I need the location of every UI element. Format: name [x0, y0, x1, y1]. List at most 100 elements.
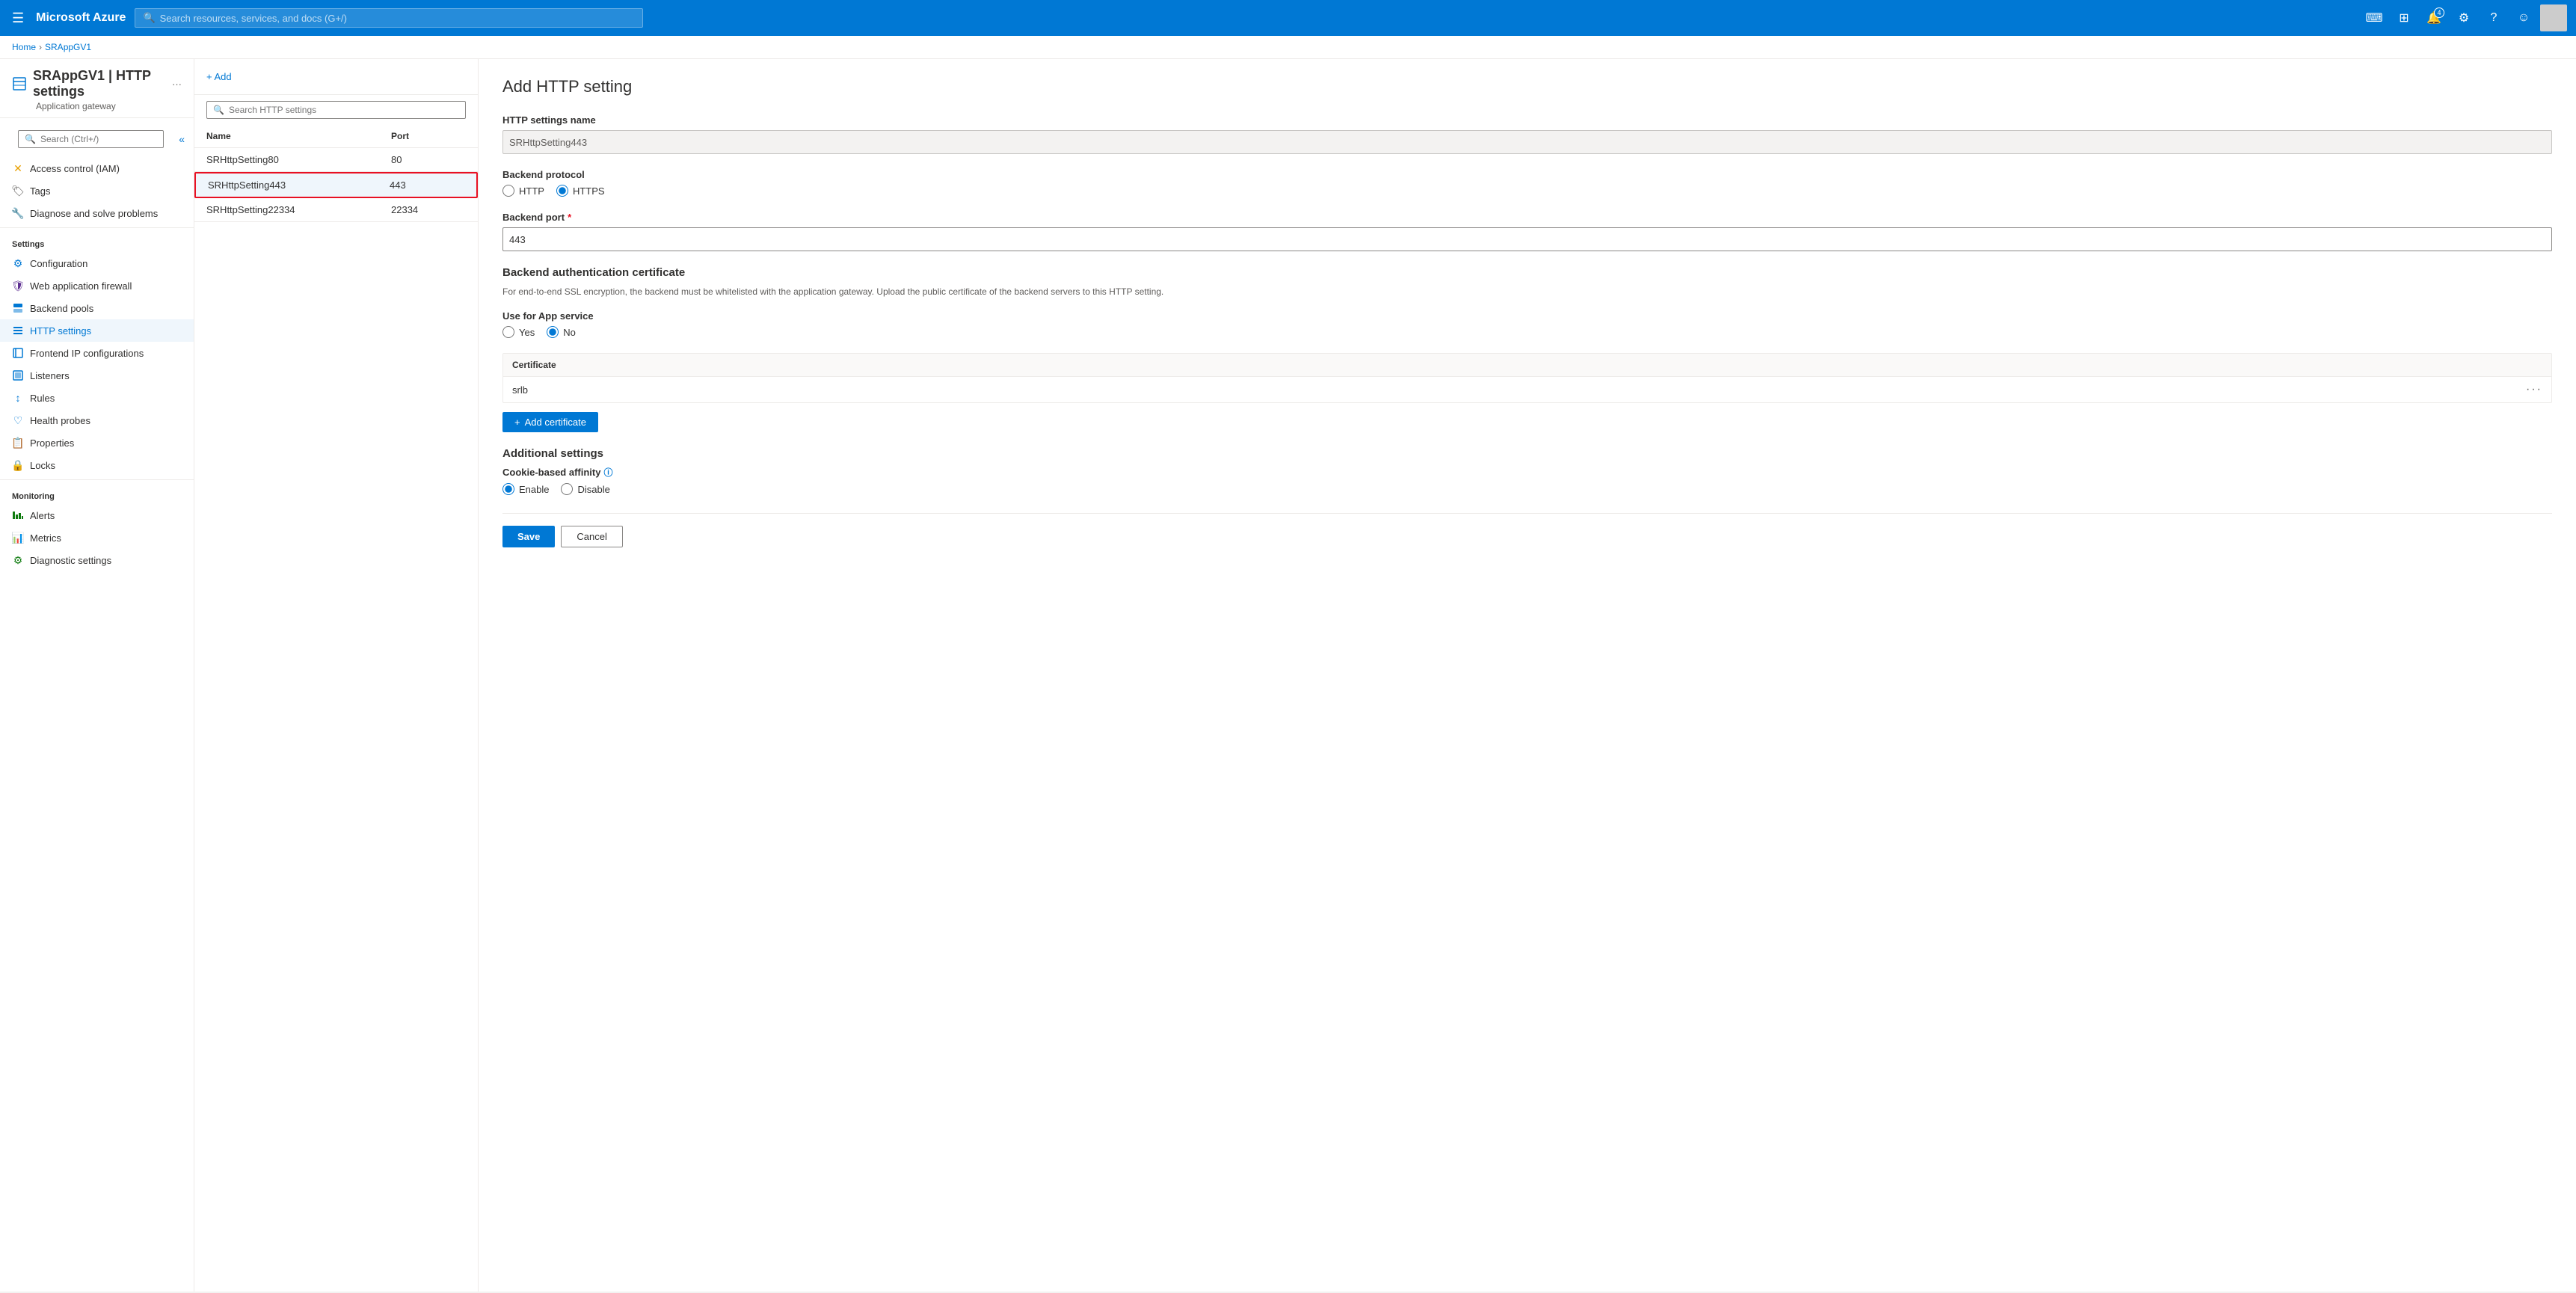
diagnostic-settings-icon: ⚙: [12, 554, 24, 566]
sidebar-title-row: SRAppGV1 | HTTP settings ···: [12, 68, 182, 99]
add-http-setting-panel: Add HTTP setting HTTP settings name Back…: [479, 59, 2576, 1292]
search-input[interactable]: [160, 13, 636, 24]
sidebar-item-rules[interactable]: ↕ Rules: [0, 387, 194, 409]
feedback-icon[interactable]: ☺: [2510, 4, 2537, 31]
sidebar-search-box[interactable]: 🔍: [18, 130, 164, 148]
waf-icon: 🛡: [12, 280, 24, 292]
protocol-https-label: HTTPS: [573, 185, 605, 197]
row-port: 80: [391, 154, 451, 165]
sidebar-item-label: Frontend IP configurations: [30, 348, 144, 359]
sidebar-item-access-control[interactable]: ✕ Access control (IAM): [0, 157, 194, 179]
backend-protocol-radio-group: HTTP HTTPS: [502, 185, 2552, 197]
backend-auth-cert-section: Backend authentication certificate For e…: [502, 266, 2552, 432]
top-navigation: ☰ Microsoft Azure 🔍 ⌨ ⊞ 🔔 4 ⚙ ? ☺: [0, 0, 2576, 36]
cloud-shell-icon[interactable]: ⌨: [2361, 4, 2388, 31]
breadcrumb-home[interactable]: Home: [12, 42, 36, 52]
app-service-yes-radio[interactable]: [502, 326, 514, 338]
global-search-box[interactable]: 🔍: [135, 8, 643, 28]
certificate-more-button[interactable]: ···: [2526, 383, 2542, 396]
sidebar-collapse-button[interactable]: «: [176, 132, 188, 147]
affinity-enable-option[interactable]: Enable: [502, 483, 549, 495]
protocol-https-radio[interactable]: [556, 185, 568, 197]
alerts-icon: [12, 509, 24, 521]
sidebar-item-label: Configuration: [30, 258, 87, 269]
sidebar: SRAppGV1 | HTTP settings ··· Application…: [0, 59, 194, 1292]
sidebar-item-properties[interactable]: 📋 Properties: [0, 431, 194, 454]
sidebar-item-frontend-ip[interactable]: Frontend IP configurations: [0, 342, 194, 364]
sidebar-item-label: Properties: [30, 437, 74, 449]
nav-divider-1: [0, 227, 194, 228]
add-http-setting-button[interactable]: + Add: [206, 68, 232, 85]
required-indicator: *: [568, 212, 571, 223]
sidebar-item-label: Web application firewall: [30, 280, 132, 292]
sidebar-item-health-probes[interactable]: ♡ Health probes: [0, 409, 194, 431]
sidebar-item-alerts[interactable]: Alerts: [0, 504, 194, 526]
notification-badge: 4: [2434, 7, 2444, 18]
sidebar-item-tags[interactable]: 🏷 Tags: [0, 179, 194, 202]
certificate-name: srlb: [512, 384, 528, 396]
add-certificate-button[interactable]: + Add certificate: [502, 412, 598, 432]
help-icon[interactable]: ?: [2480, 4, 2507, 31]
sidebar-item-label: Listeners: [30, 370, 70, 381]
backend-port-group: Backend port *: [502, 212, 2552, 251]
list-toolbar: + Add: [194, 59, 478, 95]
sidebar-item-locks[interactable]: 🔒 Locks: [0, 454, 194, 476]
sidebar-item-diagnostic-settings[interactable]: ⚙ Diagnostic settings: [0, 549, 194, 571]
app-service-no-option[interactable]: No: [547, 326, 576, 338]
protocol-https-option[interactable]: HTTPS: [556, 185, 605, 197]
cookie-affinity-radio-group: Enable Disable: [502, 483, 2552, 495]
sidebar-item-configuration[interactable]: ⚙ Configuration: [0, 252, 194, 274]
main-content: + Add 🔍 Name Port SRHttpSetting80 80: [194, 59, 2576, 1292]
sidebar-search-input[interactable]: [40, 134, 157, 144]
sidebar-item-waf[interactable]: 🛡 Web application firewall: [0, 274, 194, 297]
row-port: 22334: [391, 204, 451, 215]
http-settings-name-input[interactable]: [502, 130, 2552, 154]
hamburger-menu-icon[interactable]: ☰: [9, 7, 27, 29]
form-actions: Save Cancel: [502, 513, 2552, 547]
save-button[interactable]: Save: [502, 526, 555, 547]
table-row[interactable]: SRHttpSetting443 443: [194, 172, 478, 198]
sidebar-item-listeners[interactable]: Listeners: [0, 364, 194, 387]
list-search-icon: 🔍: [213, 105, 224, 115]
column-header-name: Name: [206, 131, 391, 141]
sidebar-item-backend-pools[interactable]: Backend pools: [0, 297, 194, 319]
row-port: 443: [390, 179, 449, 191]
cookie-affinity-info-icon: ⓘ: [603, 466, 612, 479]
notifications-icon[interactable]: 🔔 4: [2420, 4, 2447, 31]
protocol-http-option[interactable]: HTTP: [502, 185, 544, 197]
sidebar-item-label: Backend pools: [30, 303, 93, 314]
app-service-no-radio[interactable]: [547, 326, 559, 338]
sidebar-item-metrics[interactable]: 📊 Metrics: [0, 526, 194, 549]
configuration-icon: ⚙: [12, 257, 24, 269]
affinity-disable-option[interactable]: Disable: [561, 483, 609, 495]
sidebar-item-label: Alerts: [30, 510, 55, 521]
portal-settings-icon[interactable]: ⊞: [2391, 4, 2417, 31]
sidebar-item-diagnose[interactable]: 🔧 Diagnose and solve problems: [0, 202, 194, 224]
protocol-http-radio[interactable]: [502, 185, 514, 197]
app-service-no-label: No: [563, 327, 576, 338]
settings-section-header: Settings: [0, 231, 194, 252]
row-name: SRHttpSetting443: [208, 179, 390, 191]
user-avatar[interactable]: [2540, 4, 2567, 31]
monitoring-section-header: Monitoring: [0, 483, 194, 504]
sidebar-more-icon[interactable]: ···: [172, 79, 182, 90]
list-search-box[interactable]: 🔍: [206, 101, 466, 119]
table-row[interactable]: SRHttpSetting22334 22334: [194, 198, 478, 222]
affinity-enable-label: Enable: [519, 484, 549, 495]
locks-icon: 🔒: [12, 459, 24, 471]
add-certificate-label: Add certificate: [525, 417, 586, 428]
app-service-yes-option[interactable]: Yes: [502, 326, 535, 338]
cancel-button[interactable]: Cancel: [561, 526, 622, 547]
sidebar-item-http-settings[interactable]: HTTP settings: [0, 319, 194, 342]
affinity-disable-radio[interactable]: [561, 483, 573, 495]
list-search-input[interactable]: [229, 105, 459, 115]
column-header-actions: [451, 131, 466, 141]
backend-port-input[interactable]: [502, 227, 2552, 251]
breadcrumb-resource[interactable]: SRAppGV1: [45, 42, 91, 52]
settings-gear-icon[interactable]: ⚙: [2450, 4, 2477, 31]
affinity-enable-radio[interactable]: [502, 483, 514, 495]
resource-icon: [12, 75, 27, 93]
table-row[interactable]: SRHttpSetting80 80: [194, 148, 478, 172]
breadcrumb: Home › SRAppGV1: [0, 36, 2576, 59]
properties-icon: 📋: [12, 437, 24, 449]
